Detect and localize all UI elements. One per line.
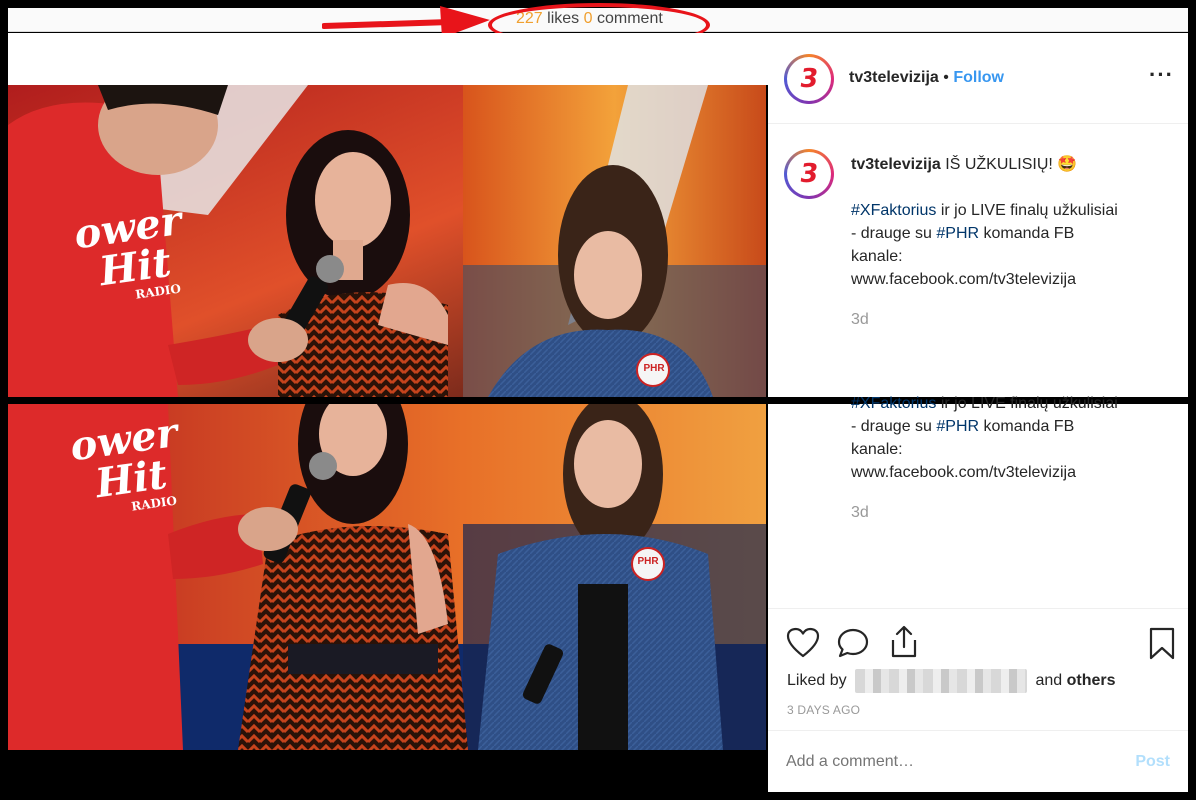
- caption-text-2: - drauge su: [851, 418, 937, 435]
- post-date: 3 DAYS AGO: [787, 703, 861, 717]
- more-options-icon[interactable]: ···: [1149, 64, 1174, 86]
- liked-by-and: and: [1035, 672, 1063, 690]
- post-actions: Liked by and others 3 DAYS AGO: [768, 608, 1188, 729]
- comment-input[interactable]: [786, 753, 1106, 771]
- caption-text-3: komanda FB: [979, 225, 1075, 242]
- follow-button[interactable]: Follow: [953, 69, 1004, 86]
- post-caption: tv3televizija IŠ UŽKULISIŲ! 🤩 #XFaktoriu…: [851, 153, 1171, 331]
- hoodie-print: ower Hit RADIO: [42, 197, 191, 313]
- blurred-username: [855, 669, 1028, 693]
- post-photo-bottom[interactable]: ower Hit RADIO PHR: [8, 404, 766, 750]
- caption-username[interactable]: tv3televizija: [851, 156, 941, 173]
- caption-line-3: - drauge su #PHR komanda FB: [851, 415, 1171, 438]
- caption-line-3: - drauge su #PHR komanda FB: [851, 222, 1171, 245]
- liked-by-line: Liked by and others: [787, 669, 1116, 693]
- caption-time: 3d: [851, 311, 869, 328]
- post-sidebar-top: 3 tv3televizija • Follow ··· 3 tv3televi…: [768, 33, 1188, 397]
- post-comment-button[interactable]: Post: [1135, 753, 1170, 771]
- caption-avatar[interactable]: 3: [784, 149, 834, 199]
- caption-text-2: - drauge su: [851, 225, 937, 242]
- phr-pin: PHR: [643, 363, 665, 374]
- caption-line-2: #XFaktorius ir jo LIVE finalų užkulisiai: [851, 199, 1171, 222]
- caption-text-1: ir jo LIVE finalų užkulisiai: [936, 395, 1118, 412]
- header-username[interactable]: tv3televizija: [849, 69, 939, 86]
- hashtag-xfaktorius[interactable]: #XFaktorius: [851, 395, 936, 412]
- caption-link: www.facebook.com/tv3televizija: [851, 271, 1076, 288]
- hoodie-print: ower Hit RADIO: [38, 409, 187, 525]
- hashtag-phr[interactable]: #PHR: [936, 418, 979, 435]
- hashtag-phr[interactable]: #PHR: [936, 225, 979, 242]
- caption-line-4: kanale:: [851, 441, 903, 458]
- post-sidebar-bottom: #XFaktorius ir jo LIVE finalų užkulisiai…: [768, 395, 1188, 792]
- caption-line-1: tv3televizija IŠ UŽKULISIŲ! 🤩: [851, 153, 1171, 176]
- caption-headline: IŠ UŽKULISIŲ! 🤩: [945, 156, 1078, 173]
- liked-by-others[interactable]: others: [1067, 672, 1116, 689]
- comment-bar: Post: [768, 730, 1188, 792]
- card-top-margin: [8, 33, 768, 85]
- caption-text-3: komanda FB: [979, 418, 1075, 435]
- post-photo-top[interactable]: ower Hit RADIO PHR: [8, 85, 766, 397]
- hashtag-xfaktorius[interactable]: #XFaktorius: [851, 202, 936, 219]
- bookmark-icon[interactable]: [1148, 627, 1176, 661]
- post-header: 3 tv3televizija • Follow ···: [768, 33, 1188, 124]
- heart-icon[interactable]: [786, 627, 820, 659]
- caption-time: 3d: [851, 504, 869, 521]
- caption-line-4: kanale:: [851, 248, 903, 265]
- share-icon[interactable]: [888, 625, 920, 659]
- tv3-logo-icon: 3: [797, 64, 821, 94]
- comment-icon[interactable]: [836, 627, 870, 659]
- liked-by-prefix: Liked by: [787, 672, 847, 690]
- header-user: tv3televizija • Follow: [849, 69, 1004, 87]
- caption-text-1: ir jo LIVE finalų užkulisiai: [936, 202, 1118, 219]
- phr-pin: PHR: [637, 556, 659, 567]
- caption-link: www.facebook.com/tv3televizija: [851, 464, 1076, 481]
- account-avatar[interactable]: 3: [784, 54, 834, 104]
- caption-line-partial: #XFaktorius ir jo LIVE finalų užkulisiai: [851, 392, 1171, 415]
- tv3-logo-icon: 3: [797, 159, 821, 189]
- post-caption-scrolled: #XFaktorius ir jo LIVE finalų užkulisiai…: [851, 392, 1171, 524]
- header-separator: •: [943, 69, 949, 86]
